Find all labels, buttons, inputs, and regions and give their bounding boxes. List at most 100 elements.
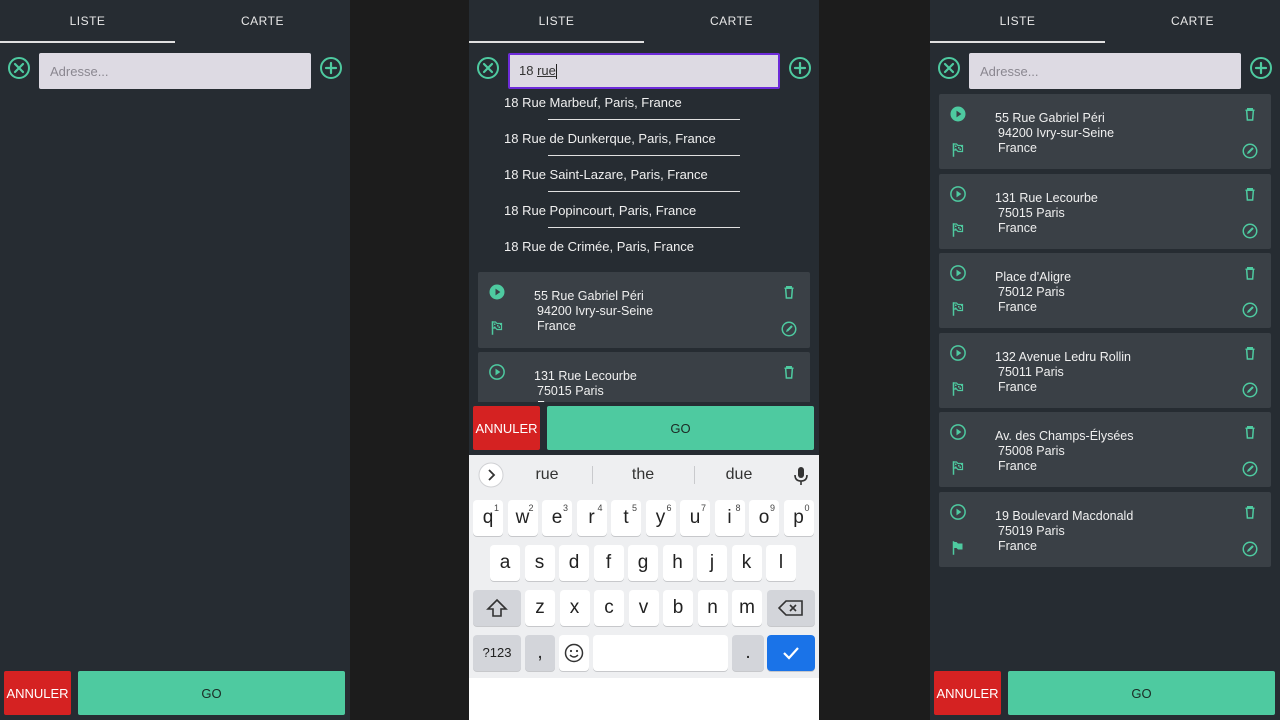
clear-icon[interactable] [476, 56, 500, 80]
suggestion-item[interactable]: 18 Rue Popincourt, Paris, France [504, 192, 794, 228]
tab-map[interactable]: CARTE [644, 0, 819, 43]
delete-icon[interactable] [1241, 264, 1259, 282]
add-icon[interactable] [319, 56, 343, 80]
delete-icon[interactable] [780, 363, 798, 381]
flag-icon[interactable] [949, 221, 967, 239]
start-point-icon[interactable] [949, 105, 967, 123]
key-f[interactable]: f [593, 545, 624, 581]
key-x[interactable]: x [559, 590, 590, 626]
start-point-icon[interactable] [488, 363, 506, 381]
key-r[interactable]: r4 [576, 500, 607, 536]
symbols-key[interactable]: ?123 [473, 635, 521, 671]
flag-icon[interactable] [949, 300, 967, 318]
address-card[interactable]: 132 Avenue Ledru Rollin 75011 Paris France [939, 332, 1271, 408]
key-t[interactable]: t5 [611, 500, 641, 536]
edit-icon[interactable] [1241, 142, 1259, 160]
key-c[interactable]: c [594, 590, 624, 626]
tab-map[interactable]: CARTE [175, 0, 350, 43]
word-suggestion[interactable]: rue [509, 455, 585, 495]
microphone-icon[interactable] [791, 465, 811, 487]
flag-icon[interactable] [949, 141, 967, 159]
start-point-icon[interactable] [488, 283, 506, 301]
key-g[interactable]: g [628, 545, 658, 581]
delete-icon[interactable] [1241, 105, 1259, 123]
key-q[interactable]: q1 [473, 500, 503, 536]
space-key[interactable] [593, 635, 728, 671]
start-point-icon[interactable] [949, 503, 967, 521]
go-button[interactable]: GO [547, 406, 814, 450]
flag-icon[interactable] [949, 539, 967, 557]
address-card[interactable]: Place d'Aligre 75012 Paris France [939, 253, 1271, 328]
start-point-icon[interactable] [949, 264, 967, 282]
delete-icon[interactable] [1241, 503, 1259, 521]
address-card[interactable]: 55 Rue Gabriel Péri 94200 Ivry-sur-Seine F… [939, 94, 1271, 169]
suggestion-item[interactable]: 18 Rue de Crimée, Paris, France [504, 228, 794, 264]
address-card[interactable]: 131 Rue Lecourbe 75015 Paris France [478, 352, 810, 402]
start-point-icon[interactable] [949, 344, 967, 362]
delete-icon[interactable] [1241, 185, 1259, 203]
delete-icon[interactable] [1241, 344, 1259, 362]
key-b[interactable]: b [663, 590, 693, 626]
add-icon[interactable] [788, 56, 812, 80]
tab-list[interactable]: LISTE [0, 0, 175, 43]
key-z[interactable]: z [525, 590, 555, 626]
address-card[interactable]: Av. des Champs-Élysées 75008 Paris France [939, 412, 1271, 487]
cancel-button[interactable]: ANNULER [934, 671, 1001, 715]
word-suggestion[interactable]: the [599, 455, 687, 495]
edit-icon[interactable] [1241, 381, 1259, 399]
suggestion-item[interactable]: 18 Rue de Dunkerque, Paris, France [504, 120, 794, 156]
word-suggestion[interactable]: due [701, 455, 777, 495]
clear-icon[interactable] [7, 56, 31, 80]
period-key[interactable]: . [732, 635, 764, 671]
go-button[interactable]: GO [78, 671, 345, 715]
clear-icon[interactable] [937, 56, 961, 80]
cancel-button[interactable]: ANNULER [4, 671, 71, 715]
key-u[interactable]: u7 [680, 500, 710, 536]
comma-key[interactable]: , [525, 635, 555, 671]
suggestion-item[interactable]: 18 Rue Marbeuf, Paris, France [504, 84, 794, 120]
key-s[interactable]: s [524, 545, 555, 581]
emoji-key[interactable] [559, 635, 589, 671]
key-h[interactable]: h [662, 545, 693, 581]
key-e[interactable]: e3 [542, 500, 572, 536]
key-k[interactable]: k [731, 545, 762, 581]
tab-list[interactable]: LISTE [469, 0, 644, 43]
key-y[interactable]: y6 [645, 500, 676, 536]
expand-icon[interactable] [478, 462, 504, 488]
flag-icon[interactable] [949, 380, 967, 398]
key-a[interactable]: a [490, 545, 520, 581]
tab-list[interactable]: LISTE [930, 0, 1105, 43]
key-j[interactable]: j [697, 545, 727, 581]
start-point-icon[interactable] [949, 185, 967, 203]
enter-key[interactable] [767, 635, 815, 671]
go-button[interactable]: GO [1008, 671, 1275, 715]
delete-icon[interactable] [1241, 423, 1259, 441]
delete-icon[interactable] [780, 283, 798, 301]
shift-key[interactable] [473, 590, 521, 626]
address-card[interactable]: 19 Boulevard Macdonald 75019 Paris France [939, 491, 1271, 567]
suggestion-item[interactable]: 18 Rue Saint-Lazare, Paris, France [504, 156, 794, 192]
edit-icon[interactable] [1241, 540, 1259, 558]
edit-icon[interactable] [1241, 222, 1259, 240]
start-point-icon[interactable] [949, 423, 967, 441]
key-d[interactable]: d [559, 545, 589, 581]
address-card[interactable]: 131 Rue Lecourbe 75015 Paris France [939, 173, 1271, 249]
edit-icon[interactable] [1241, 460, 1259, 478]
backspace-key[interactable] [767, 590, 815, 626]
key-l[interactable]: l [766, 545, 796, 581]
add-icon[interactable] [1249, 56, 1273, 80]
key-i[interactable]: i8 [714, 500, 745, 536]
address-input[interactable] [969, 53, 1241, 89]
cancel-button[interactable]: ANNULER [473, 406, 540, 450]
flag-icon[interactable] [488, 319, 506, 337]
key-v[interactable]: v [628, 590, 659, 626]
key-m[interactable]: m [732, 590, 762, 626]
edit-icon[interactable] [1241, 301, 1259, 319]
key-w[interactable]: w2 [507, 500, 538, 536]
key-n[interactable]: n [697, 590, 728, 626]
key-o[interactable]: o9 [749, 500, 779, 536]
key-p[interactable]: p0 [783, 500, 814, 536]
address-input[interactable] [39, 53, 311, 89]
edit-icon[interactable] [780, 320, 798, 338]
address-card[interactable]: 55 Rue Gabriel Péri 94200 Ivry-sur-Seine… [478, 272, 810, 348]
